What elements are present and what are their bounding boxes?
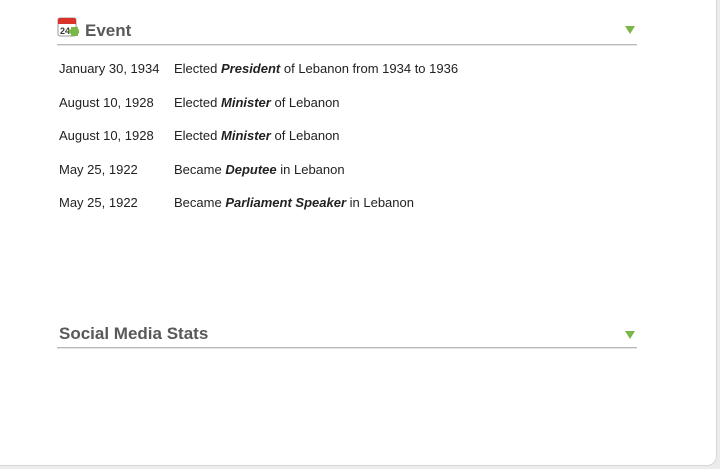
- event-section-title: Event: [85, 21, 132, 40]
- event-list: January 30, 1934 Elected President of Le…: [59, 52, 458, 220]
- event-suffix: of Lebanon: [274, 94, 340, 110]
- social-media-section-title: Social Media Stats: [59, 324, 209, 343]
- event-role: Parliament Speaker: [225, 195, 347, 211]
- event-role: Deputee: [225, 161, 277, 177]
- event-prefix: Elected: [174, 128, 218, 144]
- calendar-add-icon: 24: [57, 17, 79, 37]
- event-role: Minister: [221, 94, 271, 110]
- event-date: May 25, 1922: [59, 161, 138, 177]
- event-prefix: Elected: [174, 94, 218, 110]
- event-row: May 25, 1922 Became Deputee in Lebanon: [59, 153, 458, 187]
- event-suffix: of Lebanon from 1934 to 1936: [283, 61, 459, 77]
- event-description: Elected President of Lebanon from 1934 t…: [174, 61, 458, 76]
- social-media-section-header[interactable]: Social Media Stats: [57, 321, 637, 348]
- event-date: January 30, 1934: [59, 61, 160, 77]
- event-description: Became Deputee in Lebanon: [174, 162, 345, 177]
- event-suffix: in Lebanon: [280, 161, 345, 177]
- event-row: August 10, 1928 Elected Minister of Leba…: [59, 119, 458, 153]
- event-role: President: [221, 61, 281, 77]
- collapse-arrow-icon[interactable]: [625, 331, 635, 339]
- event-date: August 10, 1928: [59, 128, 154, 144]
- event-prefix: Elected: [174, 61, 218, 77]
- event-prefix: Became: [174, 195, 222, 211]
- collapse-arrow-icon[interactable]: [625, 26, 635, 34]
- event-role: Minister: [221, 128, 271, 144]
- event-row: January 30, 1934 Elected President of Le…: [59, 52, 458, 86]
- event-date: May 25, 1922: [59, 195, 138, 211]
- event-section-header[interactable]: 24 Event: [57, 14, 637, 45]
- event-suffix: in Lebanon: [349, 195, 414, 211]
- event-description: Became Parliament Speaker in Lebanon: [174, 195, 414, 210]
- event-row: May 25, 1922 Became Parliament Speaker i…: [59, 186, 458, 220]
- event-prefix: Became: [174, 161, 222, 177]
- event-suffix: of Lebanon: [274, 128, 340, 144]
- event-row: August 10, 1928 Elected Minister of Leba…: [59, 86, 458, 120]
- event-description: Elected Minister of Lebanon: [174, 95, 340, 110]
- content-panel: 24 Event January 30, 1934 Elected Presid…: [0, 0, 717, 466]
- event-date: August 10, 1928: [59, 94, 154, 110]
- event-description: Elected Minister of Lebanon: [174, 128, 340, 143]
